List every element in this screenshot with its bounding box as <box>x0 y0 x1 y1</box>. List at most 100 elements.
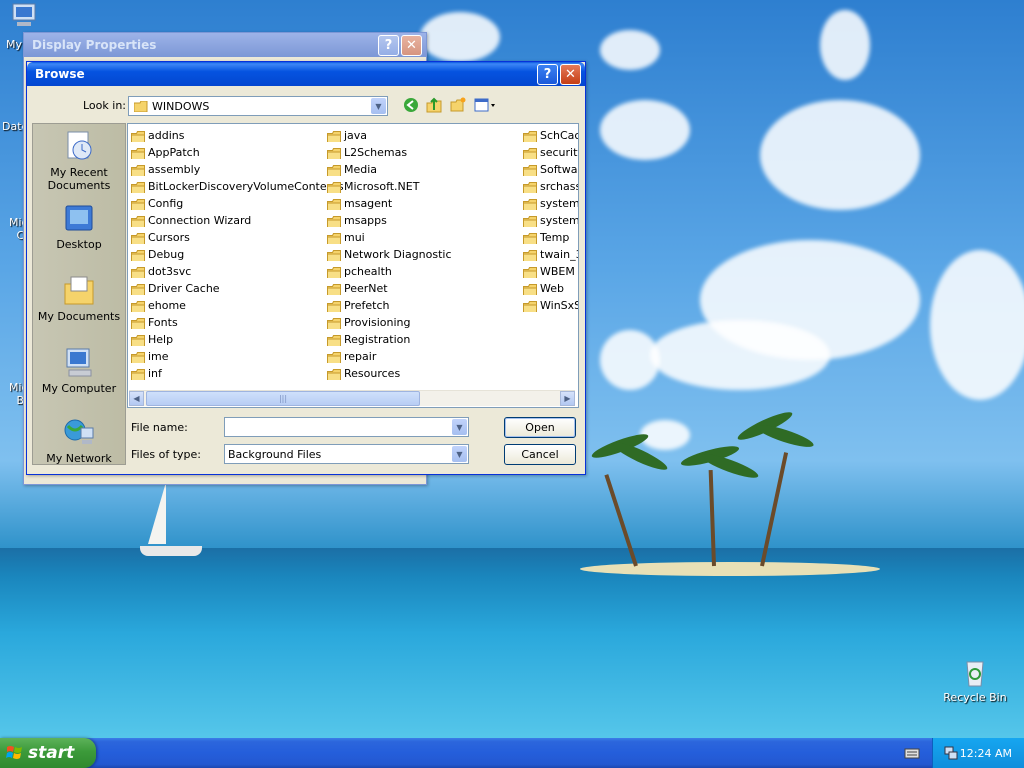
open-button[interactable]: Open <box>504 417 576 438</box>
keyboard-icon[interactable] <box>904 746 920 763</box>
up-folder-icon <box>426 97 442 113</box>
folder-item[interactable]: Help <box>131 331 344 348</box>
place-my-computer[interactable]: My Computer <box>33 346 125 395</box>
recent-documents-icon <box>67 131 92 160</box>
place-my-documents[interactable]: My Documents <box>33 274 125 323</box>
folder-item[interactable]: Provisioning <box>327 314 452 331</box>
up-folder-button[interactable] <box>425 96 443 114</box>
folder-item[interactable]: twain_3 <box>523 246 578 263</box>
folder-item[interactable]: Registration <box>327 331 452 348</box>
folder-item[interactable]: addins <box>131 127 344 144</box>
look-in-dropdown[interactable]: WINDOWS ▼ <box>128 96 388 116</box>
folder-item[interactable]: Web <box>523 280 578 297</box>
back-button[interactable] <box>402 96 420 114</box>
folder-item[interactable]: Config <box>131 195 344 212</box>
folder-icon <box>131 232 145 244</box>
folder-item[interactable]: Microsoft.NET <box>327 178 452 195</box>
folder-item[interactable]: WinSxS <box>523 297 578 314</box>
chevron-down-icon[interactable]: ▼ <box>452 419 467 435</box>
horizontal-scrollbar[interactable]: ◀ ||| ▶ <box>129 390 575 406</box>
folder-icon <box>327 317 341 329</box>
folder-item[interactable]: Resources <box>327 365 452 382</box>
close-button[interactable]: ✕ <box>401 34 422 56</box>
folder-item[interactable]: system <box>523 195 578 212</box>
place-desktop[interactable]: Desktop <box>33 202 125 251</box>
folder-item[interactable]: L2Schemas <box>327 144 452 161</box>
desktop-icon-my[interactable]: My <box>4 2 44 51</box>
cancel-button[interactable]: Cancel <box>504 444 576 465</box>
scroll-thumb-grip: ||| <box>278 394 288 403</box>
start-button[interactable]: start <box>0 738 96 768</box>
folder-item[interactable]: Softwar <box>523 161 578 178</box>
help-button[interactable]: ? <box>378 34 399 56</box>
folder-item[interactable]: system3 <box>523 212 578 229</box>
folder-item[interactable]: assembly <box>131 161 344 178</box>
my-computer-icon <box>12 3 36 26</box>
folder-item[interactable]: Media <box>327 161 452 178</box>
folder-name: Media <box>344 163 378 176</box>
folder-icon <box>131 300 145 312</box>
chevron-down-icon[interactable]: ▼ <box>371 98 386 114</box>
my-documents-icon <box>64 276 94 305</box>
folder-item[interactable]: Driver Cache <box>131 280 344 297</box>
folder-item[interactable]: inf <box>131 365 344 382</box>
clock[interactable]: 12:24 AM <box>960 747 1012 760</box>
folder-item[interactable]: AppPatch <box>131 144 344 161</box>
folder-item[interactable]: Connection Wizard <box>131 212 344 229</box>
folder-item[interactable]: Fonts <box>131 314 344 331</box>
folder-name: Temp <box>540 231 570 244</box>
folder-item[interactable]: SchCacl <box>523 127 578 144</box>
folder-item[interactable]: Cursors <box>131 229 344 246</box>
new-folder-button[interactable] <box>449 96 467 114</box>
folder-icon <box>131 317 145 329</box>
folder-item[interactable]: BitLockerDiscoveryVolumeContents <box>131 178 344 195</box>
chevron-down-icon[interactable]: ▼ <box>452 446 467 462</box>
folder-item[interactable]: Temp <box>523 229 578 246</box>
recycle-bin[interactable]: Recycle Bin <box>940 656 1010 704</box>
folder-icon <box>327 215 341 227</box>
look-in-label: Look in: <box>83 99 126 112</box>
help-button[interactable]: ? <box>537 63 558 85</box>
scroll-thumb[interactable]: ||| <box>146 391 420 406</box>
folder-item[interactable]: dot3svc <box>131 263 344 280</box>
folder-item[interactable]: msapps <box>327 212 452 229</box>
place-my-recent-documents[interactable]: My Recent Documents <box>33 130 125 192</box>
folder-item[interactable]: java <box>327 127 452 144</box>
folder-name: pchealth <box>344 265 392 278</box>
folder-icon <box>131 130 145 142</box>
place-my-network[interactable]: My Network <box>33 416 125 465</box>
scroll-left-button[interactable]: ◀ <box>129 391 144 406</box>
file-list-column: addins AppPatch assembly BitLockerDiscovery… <box>131 127 344 382</box>
folder-item[interactable]: msagent <box>327 195 452 212</box>
folder-item[interactable]: ime <box>131 348 344 365</box>
close-button[interactable]: ✕ <box>560 63 581 85</box>
network-tray-icon[interactable] <box>943 745 959 761</box>
file-name-field[interactable]: ▼ <box>224 417 469 437</box>
folder-item[interactable]: security <box>523 144 578 161</box>
folder-item[interactable]: ehome <box>131 297 344 314</box>
folder-name: Network Diagnostic <box>344 248 452 261</box>
folder-item[interactable]: Prefetch <box>327 297 452 314</box>
folder-name: msagent <box>344 197 393 210</box>
file-list[interactable]: addins AppPatch assembly BitLockerDiscovery… <box>127 123 579 408</box>
folder-item[interactable]: Debug <box>131 246 344 263</box>
folder-item[interactable]: pchealth <box>327 263 452 280</box>
folder-item[interactable]: Network Diagnostic <box>327 246 452 263</box>
display-properties-titlebar[interactable]: Display Properties ? ✕ <box>24 33 426 57</box>
folder-name: Resources <box>344 367 401 380</box>
folder-item[interactable]: mui <box>327 229 452 246</box>
scroll-right-button[interactable]: ▶ <box>560 391 575 406</box>
views-menu-button[interactable] <box>473 96 497 114</box>
folder-item[interactable]: WBEM <box>523 263 578 280</box>
folder-item[interactable]: PeerNet <box>327 280 452 297</box>
browse-titlebar[interactable]: Browse ? ✕ <box>27 62 585 86</box>
folder-item[interactable]: srchass <box>523 178 578 195</box>
files-of-type-dropdown[interactable]: Background Files ▼ <box>224 444 469 464</box>
desktop-icon <box>65 205 93 231</box>
my-network-icon <box>64 419 94 444</box>
folder-icon <box>523 300 537 312</box>
folder-item[interactable]: repair <box>327 348 452 365</box>
files-of-type-label: Files of type: <box>131 448 202 461</box>
folder-name: Provisioning <box>344 316 411 329</box>
folder-icon <box>523 198 537 210</box>
